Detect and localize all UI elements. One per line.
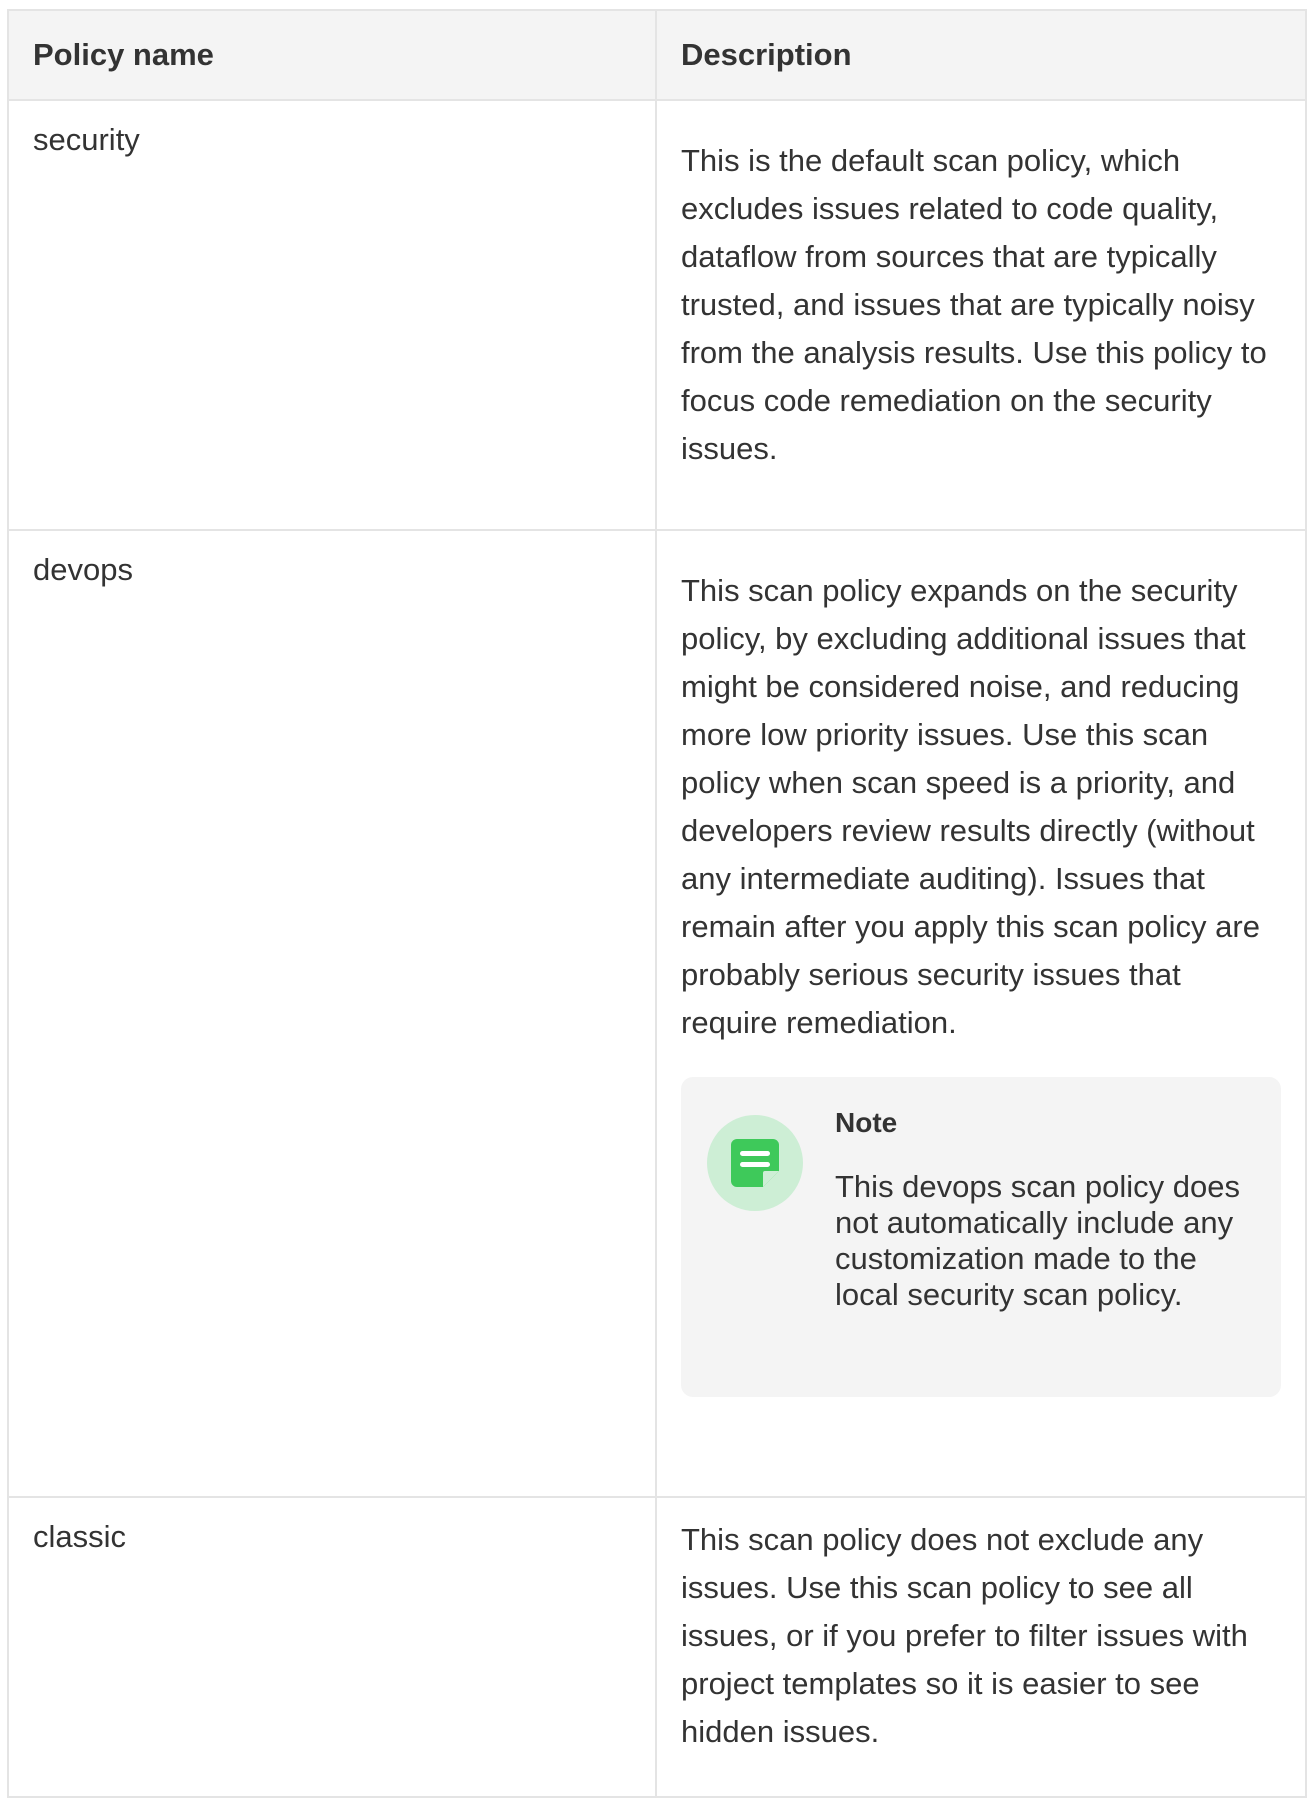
- header-description: Description: [655, 9, 1307, 101]
- policy-description-text: This scan policy does not exclude any is…: [681, 1522, 1248, 1749]
- policy-description-cell: This is the default scan policy, which e…: [655, 99, 1307, 531]
- scan-policy-table: Policy name Description security This is…: [7, 9, 1307, 1798]
- note-icon: [731, 1139, 779, 1187]
- policy-description-cell: This scan policy does not exclude any is…: [655, 1496, 1307, 1798]
- note-callout: Note This devops scan policy does not au…: [681, 1077, 1281, 1397]
- note-title: Note: [835, 1107, 898, 1138]
- policy-table-container: Policy name Description security This is…: [7, 9, 1307, 1798]
- table-row: security This is the default scan policy…: [7, 99, 1307, 531]
- table-row: devops This scan policy expands on the s…: [7, 529, 1307, 1498]
- policy-name-cell: devops: [7, 529, 657, 1498]
- note-body: This devops scan policy does not automat…: [835, 1169, 1240, 1312]
- policy-name-cell: classic: [7, 1496, 657, 1798]
- header-policy-name: Policy name: [7, 9, 657, 101]
- policy-description-cell: This scan policy expands on the security…: [655, 529, 1307, 1498]
- table-header-row: Policy name Description: [7, 9, 1307, 101]
- note-icon-badge: [707, 1115, 803, 1211]
- policy-name-cell: security: [7, 99, 657, 531]
- policy-description-text: This scan policy expands on the security…: [681, 573, 1260, 1040]
- policy-description-text: This is the default scan policy, which e…: [681, 143, 1267, 466]
- table-row: classic This scan policy does not exclud…: [7, 1496, 1307, 1798]
